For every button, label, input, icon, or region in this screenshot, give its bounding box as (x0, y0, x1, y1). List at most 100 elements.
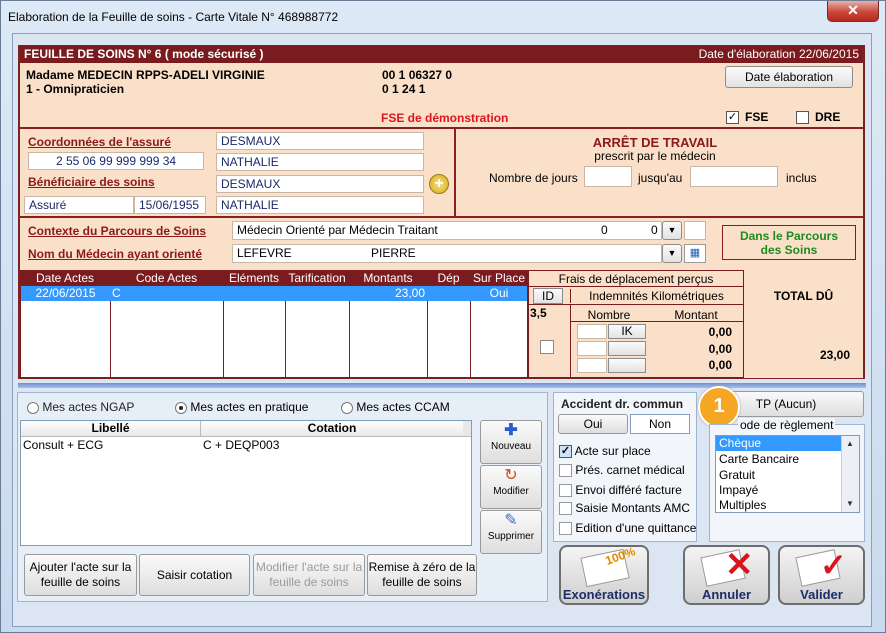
option-quittance[interactable]: Edition d'une quittance (559, 521, 697, 536)
ik-button[interactable]: IK (608, 324, 646, 339)
add-beneficiary-icon[interactable]: + (429, 174, 449, 194)
step-badge: 1 (698, 386, 740, 428)
radio-ccam[interactable]: Mes actes CCAM (341, 400, 450, 414)
chevron-down-icon[interactable]: ▼ (662, 221, 682, 240)
divider (20, 216, 863, 218)
list-item[interactable]: Multiples (719, 498, 766, 512)
ik-nombre-input-1[interactable] (577, 324, 607, 339)
qualite-field[interactable]: Assuré (24, 196, 134, 214)
frais-montant-2: 0,00 (708, 342, 732, 356)
ik-nombre-input-2[interactable] (577, 341, 607, 356)
assure-nom-field[interactable]: DESMAUX (216, 132, 424, 150)
nir-field[interactable]: 2 55 06 99 999 999 34 (28, 152, 204, 170)
radio-pratique[interactable]: Mes actes en pratique (175, 400, 308, 414)
montant-label: Montant (674, 308, 718, 322)
list-col-cotation[interactable]: Cotation (201, 421, 463, 437)
nouveau-button[interactable]: ✚ Nouveau (480, 420, 542, 464)
id-button[interactable]: ID (533, 288, 563, 304)
fse-checkbox[interactable]: ✓ FSE (726, 110, 769, 125)
list-col-libelle[interactable]: Libellé (21, 421, 201, 437)
chevron-down-icon[interactable]: ▼ (662, 244, 682, 263)
frais-button-2[interactable] (608, 341, 646, 356)
exonerations-button[interactable]: 100% Exonérations (559, 544, 649, 605)
nb-jours-input[interactable] (584, 166, 632, 187)
list-item[interactable]: Carte Bancaire (719, 452, 799, 466)
ajouter-acte-button[interactable]: Ajouter l'acte sur la feuille de soins (24, 554, 137, 596)
medecin-oriente-label: Nom du Médecin ayant orienté (28, 247, 203, 261)
contexte-parcours-label: Contexte du Parcours de Soins (28, 224, 207, 238)
row-sur-place: Oui (489, 286, 509, 300)
modifier-button[interactable]: ↻ Modifier (480, 465, 542, 509)
nb-jours-label: Nombre de jours (489, 171, 578, 185)
annuler-label: Annuler (701, 587, 752, 602)
option-envoi-differe[interactable]: Envoi différé facture (559, 483, 682, 498)
close-button[interactable]: ✕ (827, 1, 879, 22)
exonerations-label: Exonérations (562, 587, 646, 602)
scroll-down-icon[interactable]: ▼ (842, 497, 858, 511)
list-item[interactable]: Gratuit (719, 468, 755, 482)
col-code: Code Actes (135, 271, 198, 285)
coord-assure-label: Coordonnées de l'assuré (28, 135, 171, 149)
frais-checkbox[interactable] (540, 340, 554, 354)
list-item[interactable]: Chèque (716, 436, 841, 451)
row-montant: 23,00 (394, 286, 425, 300)
col-sur-place: Sur Place (472, 271, 526, 285)
list-item-cotation[interactable]: C + DEQP003 (203, 438, 279, 452)
id-value: 3,5 (530, 306, 547, 320)
radio-pratique-label: Mes actes en pratique (190, 400, 309, 414)
supprimer-button[interactable]: ✎ Supprimer (480, 510, 542, 554)
valider-label: Valider (800, 587, 843, 602)
date-elaboration-button[interactable]: Date élaboration (725, 66, 853, 88)
option-saisie-amc[interactable]: Saisie Montants AMC (559, 501, 690, 516)
benef-nom-field[interactable]: DESMAUX (216, 175, 424, 193)
refresh-icon: ↻ (504, 467, 518, 484)
total-label: TOTAL DÛ (773, 289, 834, 303)
modifier-acte-button[interactable]: Modifier l'acte sur la feuille de soins (253, 554, 365, 596)
scroll-up-icon[interactable]: ▲ (842, 437, 858, 451)
remise-zero-button[interactable]: Remise à zéro de la feuille de soins (367, 554, 477, 596)
radio-ngap[interactable]: Mes actes NGAP (27, 400, 134, 414)
medecin-prenom: PIERRE (371, 246, 416, 260)
assure-prenom-field[interactable]: NATHALIE (216, 153, 424, 171)
col-tarification: Tarification (288, 271, 346, 285)
frais-montant-1: 0,00 (708, 325, 732, 339)
fse-header: FEUILLE DE SOINS N° 6 ( mode sécurisé ) … (20, 46, 863, 63)
jusquau-input[interactable] (690, 166, 778, 187)
dre-checkbox[interactable]: DRE (796, 110, 840, 125)
total-value: 23,00 (819, 348, 850, 362)
row-date: 22/06/2015 (35, 286, 96, 300)
nouveau-icon: ✚ (504, 422, 518, 439)
list-item[interactable]: Impayé (719, 483, 758, 497)
valider-button[interactable]: ✓ Valider (778, 545, 865, 605)
contexte-extra-box[interactable] (684, 221, 706, 240)
parcours-status-line1: Dans le Parcours (739, 229, 839, 243)
medecin-oriente-select[interactable]: LEFEVRE PIERRE (232, 244, 662, 263)
contexte-n2: 0 (651, 223, 658, 237)
list-header-end (463, 421, 471, 437)
frais-button-3[interactable] (608, 358, 646, 373)
radio-circle (175, 401, 187, 414)
radio-ccam-label: Mes actes CCAM (356, 400, 450, 414)
option-carnet[interactable]: Prés. carnet médical (559, 463, 685, 478)
frais-line (570, 321, 744, 322)
calendar-icon[interactable]: ▦ (684, 244, 706, 263)
benef-prenom-field[interactable]: NATHALIE (216, 196, 424, 214)
fse-check-label: FSE (745, 110, 769, 124)
divider (20, 127, 863, 129)
contexte-n1: 0 (601, 223, 608, 237)
option-label: Edition d'une quittance (575, 521, 697, 535)
contexte-parcours-select[interactable]: Médecin Orienté par Médecin Traitant 0 0 (232, 221, 662, 240)
naissance-field[interactable]: 15/06/1955 (134, 196, 206, 214)
accident-oui-button[interactable]: Oui (558, 414, 628, 434)
frais-line (528, 304, 744, 305)
saisir-cotation-button[interactable]: Saisir cotation (139, 554, 250, 596)
ik-nombre-input-3[interactable] (577, 358, 607, 373)
list-item[interactable]: Consult + ECG (23, 438, 103, 452)
table-row[interactable]: 22/06/2015 C 23,00 Oui (21, 286, 527, 301)
option-label: Envoi différé facture (575, 483, 682, 497)
radio-circle (341, 401, 353, 414)
arret-title: ARRÊT DE TRAVAIL (592, 135, 718, 150)
accident-non-button[interactable]: Non (630, 414, 690, 434)
option-acte-sur-place[interactable]: ✓ Acte sur place (559, 444, 651, 459)
annuler-button[interactable]: ✕ Annuler (683, 545, 770, 605)
